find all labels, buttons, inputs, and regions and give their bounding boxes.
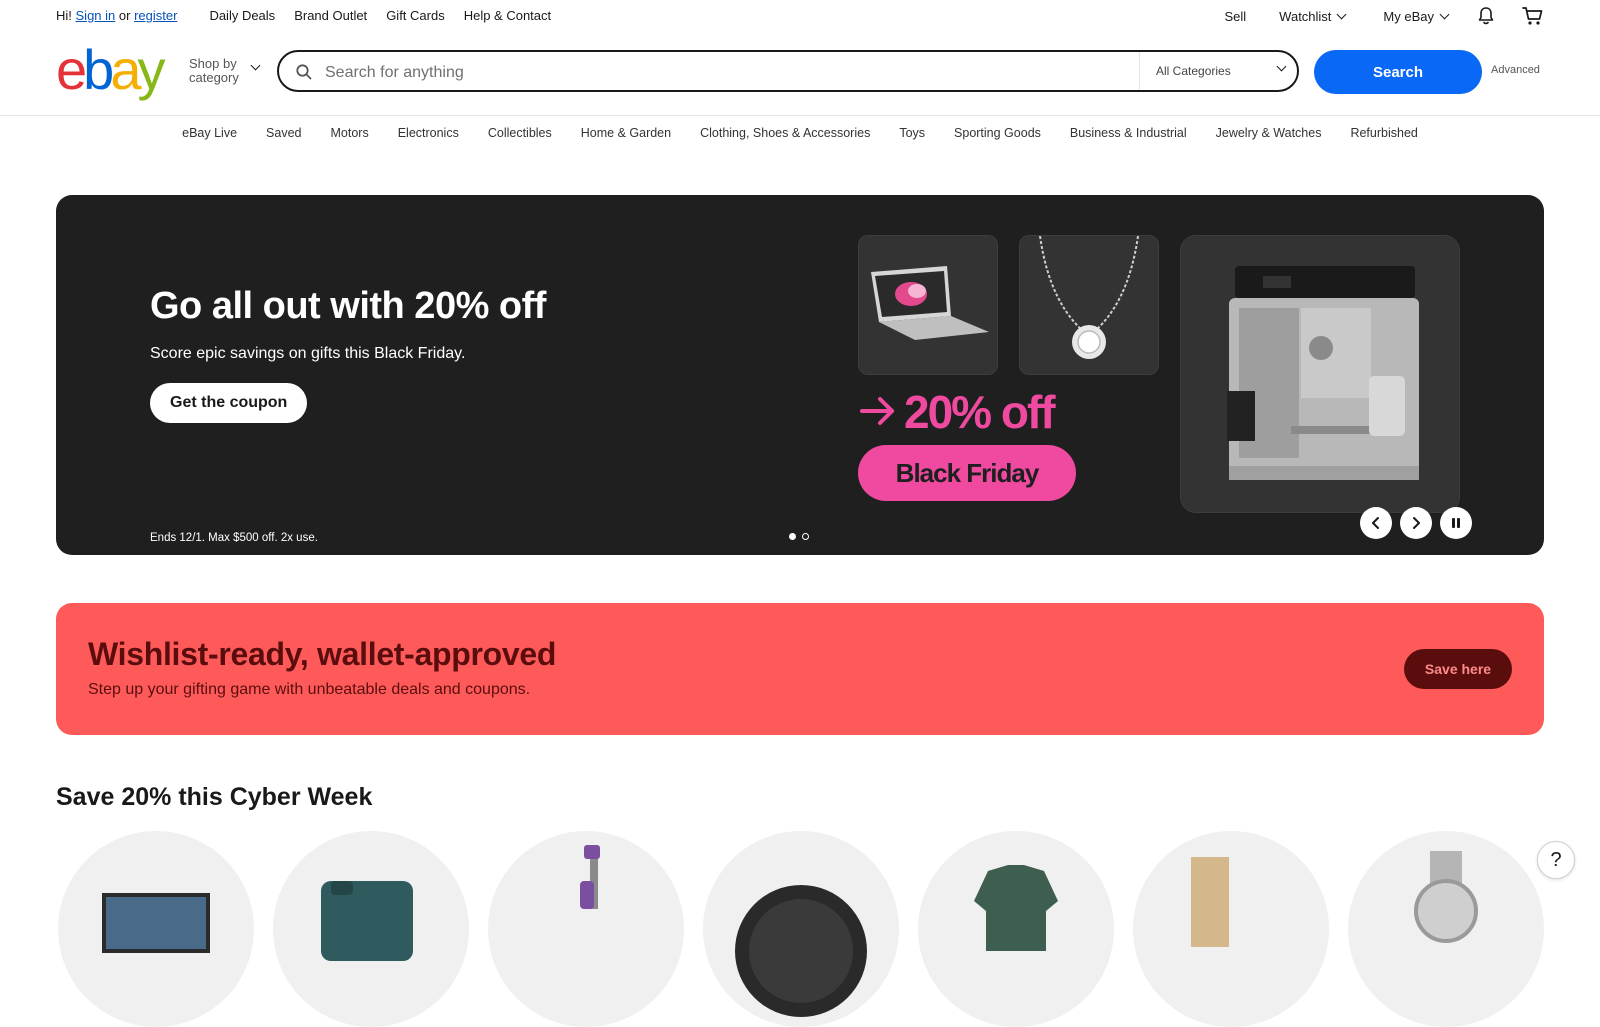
catnav-sporting-goods[interactable]: Sporting Goods [954,126,1041,140]
get-coupon-button[interactable]: Get the coupon [150,383,308,423]
carousel-prev-button[interactable] [1360,507,1392,539]
ebay-logo[interactable]: ebay [56,38,165,101]
category-select[interactable]: All Categories [1139,52,1297,90]
notification-bell-button[interactable] [1476,6,1496,26]
logo-letter-b: b [83,38,114,101]
help-button[interactable]: ? [1537,841,1575,879]
shop-by-category-button[interactable]: Shop by category [189,57,239,85]
catnav-ebay-live[interactable]: eBay Live [182,126,237,140]
catnav-clothing[interactable]: Clothing, Shoes & Accessories [700,126,870,140]
catnav-refurbished[interactable]: Refurbished [1350,126,1417,140]
catnav-motors[interactable]: Motors [331,126,369,140]
logo-letter-y: y [137,38,165,101]
category-circle-bags[interactable] [273,831,469,1027]
chevron-down-icon [1439,9,1450,19]
category-circle-wheels[interactable] [703,831,899,1027]
collectible-thumbnail [1191,857,1229,947]
cart-icon [1522,7,1543,25]
carousel-dot-2[interactable] [802,533,809,540]
top-utility-bar: Hi! Sign in or register Daily Deals Bran… [56,0,1544,32]
search-button[interactable]: Search [1314,50,1482,94]
category-circle-laptops[interactable] [58,831,254,1027]
register-link[interactable]: register [134,8,177,23]
vacuum-thumbnail [580,845,600,909]
category-nav: eBay Live Saved Motors Electronics Colle… [0,126,1600,140]
bell-icon [1478,7,1494,25]
daily-deals-link[interactable]: Daily Deals [209,8,275,23]
greeting-prefix: Hi! [56,8,72,23]
chevron-down-icon [1336,9,1347,19]
catnav-jewelry-watches[interactable]: Jewelry & Watches [1216,126,1322,140]
search-input[interactable] [323,58,1117,88]
category-select-value: All Categories [1156,64,1231,78]
category-circle-apparel[interactable] [918,831,1114,1027]
sell-link[interactable]: Sell [1224,9,1246,24]
topbar-left: Hi! Sign in or register Daily Deals Bran… [56,8,570,23]
arrow-right-icon [858,391,898,436]
chevron-down-icon [1276,61,1287,72]
catnav-business-industrial[interactable]: Business & Industrial [1070,126,1187,140]
save-here-button[interactable]: Save here [1404,649,1512,689]
catnav-toys[interactable]: Toys [899,126,925,140]
or-text: or [118,8,131,23]
pause-icon [1452,518,1460,528]
logo-letter-e: e [56,38,87,101]
laptop-image [858,235,998,375]
logo-letter-a: a [110,38,141,101]
sign-in-link[interactable]: Sign in [76,8,116,23]
my-ebay-label: My eBay [1383,8,1434,24]
chevron-left-icon [1372,517,1379,529]
cart-button[interactable] [1522,6,1544,26]
bag-thumbnail [321,881,413,961]
shop-by-line1: Shop by [189,56,237,71]
promo-percent-text: 20% off [904,386,1056,438]
advanced-search-link[interactable]: Advanced [1491,64,1540,76]
category-circle-watches[interactable] [1348,831,1544,1027]
chevron-down-icon [250,60,261,71]
search-icon [295,63,313,81]
shop-by-line2: category [189,70,239,85]
watch-thumbnail [1414,851,1478,943]
catnav-home-garden[interactable]: Home & Garden [581,126,671,140]
watchlist-label: Watchlist [1279,8,1332,24]
cyber-week-title: Save 20% this Cyber Week [56,783,373,811]
carousel-dots [789,533,815,540]
hero-carousel: Go all out with 20% off Score epic savin… [56,195,1544,555]
catnav-electronics[interactable]: Electronics [398,126,459,140]
banner-subtitle: Step up your gifting game with unbeatabl… [88,681,531,698]
chevron-right-icon [1413,517,1420,529]
brand-outlet-link[interactable]: Brand Outlet [294,8,367,23]
laptop-thumbnail [102,893,210,953]
category-circle-vacuums[interactable] [488,831,684,1027]
watchlist-dropdown[interactable]: Watchlist [1279,8,1347,24]
catnav-collectibles[interactable]: Collectibles [488,126,552,140]
topbar-right: Sell Watchlist My eBay [1200,6,1544,26]
header-divider [0,115,1600,116]
shirt-thumbnail [974,865,1058,951]
espresso-machine-image [1180,235,1460,513]
hero-subtitle: Score epic savings on gifts this Black F… [150,345,466,362]
greeting: Hi! Sign in or register [56,8,177,23]
gift-cards-link[interactable]: Gift Cards [386,8,445,23]
category-circle-collectibles[interactable] [1133,831,1329,1027]
black-friday-pill: Black Friday [858,445,1076,501]
hero-fine-print: Ends 12/1. Max $500 off. 2x use. [150,532,318,544]
banner-title: Wishlist-ready, wallet-approved [88,636,557,672]
my-ebay-dropdown[interactable]: My eBay [1383,8,1450,24]
carousel-next-button[interactable] [1400,507,1432,539]
help-contact-link[interactable]: Help & Contact [464,8,551,23]
promo-banner: Wishlist-ready, wallet-approved Step up … [56,603,1544,735]
catnav-saved[interactable]: Saved [266,126,301,140]
carousel-pause-button[interactable] [1440,507,1472,539]
wheel-thumbnail [735,885,867,1017]
necklace-image [1019,235,1159,375]
search-bar: All Categories [277,50,1299,92]
hero-title: Go all out with 20% off [150,285,546,327]
carousel-dot-1[interactable] [789,533,796,540]
